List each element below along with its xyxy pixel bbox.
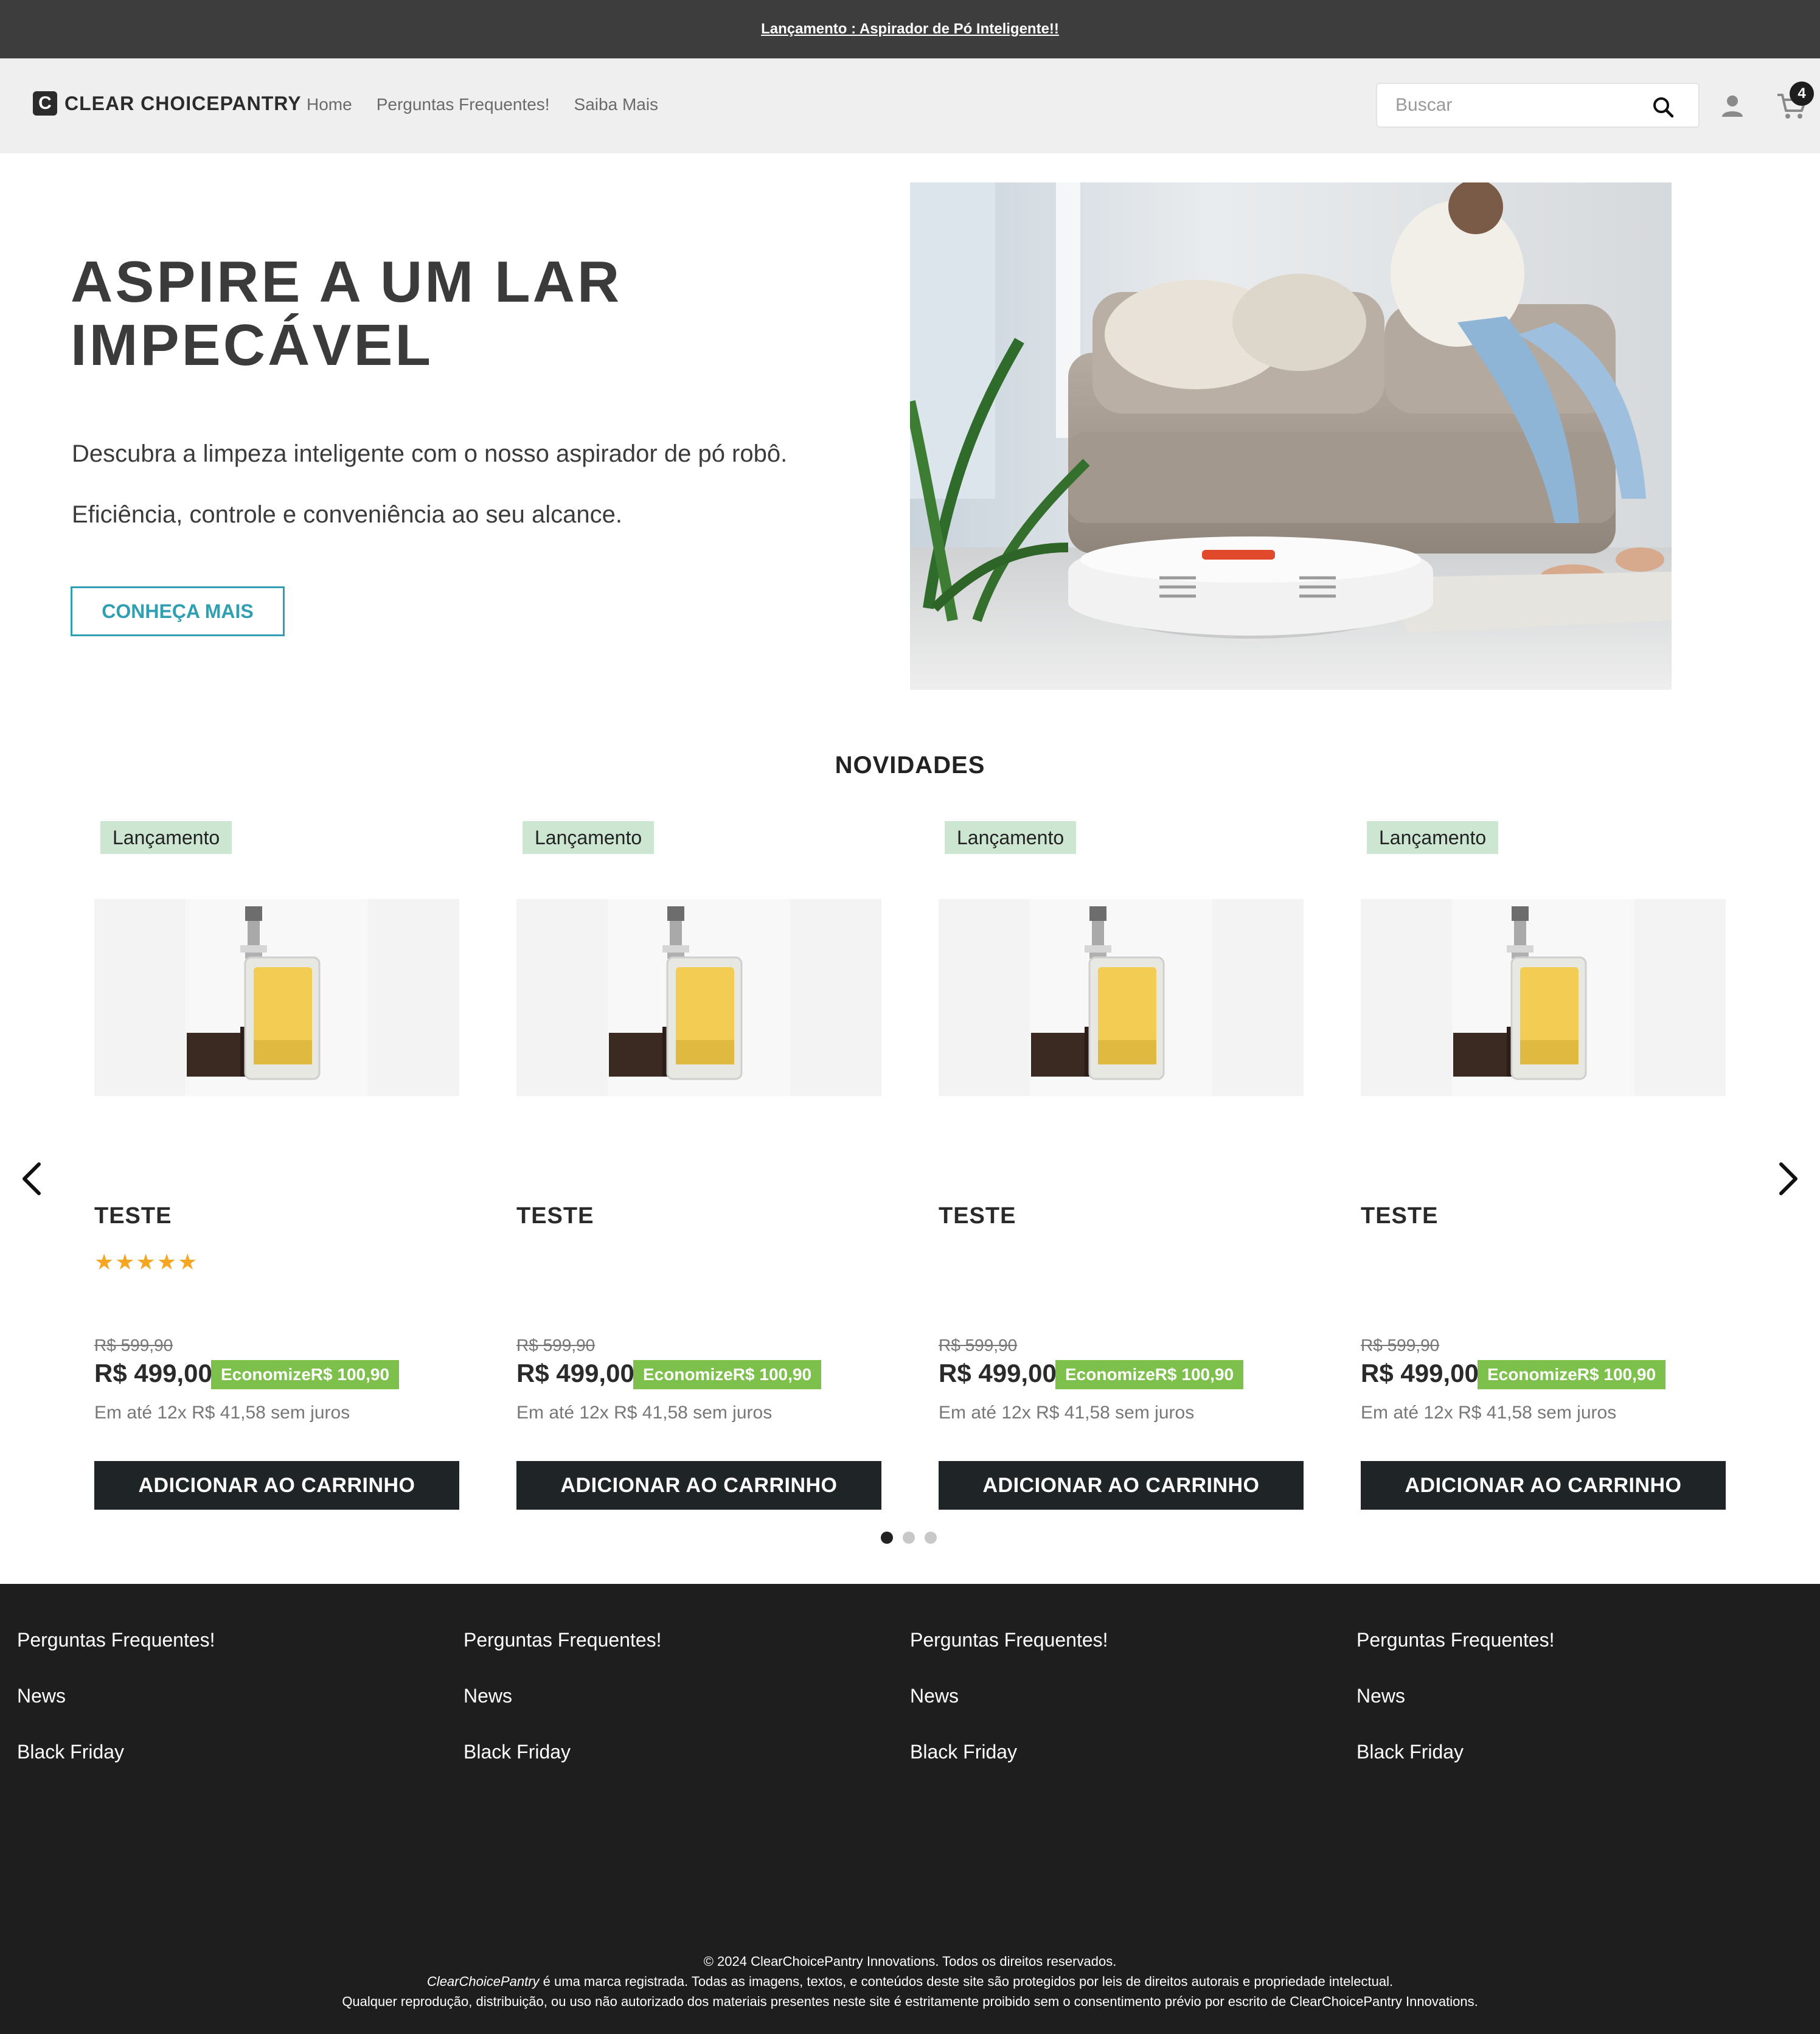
footer-link-black-friday[interactable]: Black Friday xyxy=(464,1741,662,1797)
add-to-cart-button[interactable]: ADICIONAR AO CARRINHO xyxy=(1361,1461,1726,1510)
nav-home[interactable]: Home xyxy=(307,95,352,114)
reproduction-text: Qualquer reprodução, distribuição, ou us… xyxy=(342,1994,1478,2009)
footer-link-black-friday[interactable]: Black Friday xyxy=(910,1741,1108,1797)
launch-badge: Lançamento xyxy=(1367,821,1499,854)
account-icon[interactable] xyxy=(1720,94,1745,118)
copyright-text: © 2024 ClearChoicePantry Innovations. To… xyxy=(703,1954,1117,1969)
price: R$ 499,00 xyxy=(516,1359,634,1387)
site-header: C CLEAR CHOICEPANTRY Home Perguntas Freq… xyxy=(0,58,1820,153)
installments: Em até 12x R$ 41,58 sem juros xyxy=(939,1403,1195,1423)
savings-badge: EconomizeR$ 100,90 xyxy=(633,1360,822,1389)
add-to-cart-button[interactable]: ADICIONAR AO CARRINHO xyxy=(516,1461,881,1510)
add-to-cart-button[interactable]: ADICIONAR AO CARRINHO xyxy=(939,1461,1304,1510)
product-image[interactable] xyxy=(939,899,1304,1096)
hero-title: ASPIRE A UM LAR IMPECÁVEL xyxy=(71,251,861,377)
product-image[interactable] xyxy=(1361,899,1726,1096)
footer-link-black-friday[interactable]: Black Friday xyxy=(17,1741,215,1797)
logo-text: CLEAR CHOICEPANTRY xyxy=(64,92,302,114)
savings-badge: EconomizeR$ 100,90 xyxy=(211,1360,400,1389)
carousel-dot-1[interactable] xyxy=(881,1532,893,1544)
footer-link-news[interactable]: News xyxy=(464,1685,662,1741)
hero-description-1: Descubra a limpeza inteligente com o nos… xyxy=(72,440,788,467)
footer-column-2: Perguntas Frequentes! News Black Friday xyxy=(464,1629,662,1797)
logo[interactable]: C CLEAR CHOICEPANTRY xyxy=(33,91,302,116)
old-price: R$ 599,90 xyxy=(94,1336,173,1355)
add-to-cart-button[interactable]: ADICIONAR AO CARRINHO xyxy=(94,1461,459,1510)
search-icon[interactable] xyxy=(1652,96,1674,118)
footer-column-1: Perguntas Frequentes! News Black Friday xyxy=(17,1629,215,1797)
product-image[interactable] xyxy=(94,899,459,1096)
hero-description-2: Eficiência, controle e conveniência ao s… xyxy=(72,501,622,528)
footer-column-3: Perguntas Frequentes! News Black Friday xyxy=(910,1629,1108,1797)
nav-faq[interactable]: Perguntas Frequentes! xyxy=(377,95,550,114)
footer-link-news[interactable]: News xyxy=(17,1685,215,1741)
product-name[interactable]: TESTE xyxy=(516,1203,594,1229)
carousel-dot-3[interactable] xyxy=(925,1532,937,1544)
main-nav: Home Perguntas Frequentes! Saiba Mais xyxy=(307,95,658,114)
launch-badge: Lançamento xyxy=(523,821,655,854)
carousel-dot-2[interactable] xyxy=(903,1532,915,1544)
product-name[interactable]: TESTE xyxy=(1361,1203,1438,1229)
product-card[interactable]: Lançamento TESTE R$ 599,90 R$ 499,00 Eco… xyxy=(1361,821,1726,1510)
footer-link-news[interactable]: News xyxy=(1356,1685,1555,1741)
legal-notice: © 2024 ClearChoicePantry Innovations. To… xyxy=(0,1951,1820,2011)
hero-image xyxy=(910,182,1672,690)
footer-link-black-friday[interactable]: Black Friday xyxy=(1356,1741,1555,1797)
installments: Em até 12x R$ 41,58 sem juros xyxy=(1361,1403,1617,1423)
old-price: R$ 599,90 xyxy=(939,1336,1018,1355)
search-box xyxy=(1376,83,1700,128)
product-card[interactable]: Lançamento TESTE R$ 599,90 R$ 499,00 Eco… xyxy=(939,821,1304,1510)
footer-link-faq[interactable]: Perguntas Frequentes! xyxy=(1356,1629,1555,1685)
product-name[interactable]: TESTE xyxy=(939,1203,1016,1229)
trademark-statement: é uma marca registrada. Todas as imagens… xyxy=(539,1974,1394,1989)
installments: Em até 12x R$ 41,58 sem juros xyxy=(94,1403,350,1423)
product-card[interactable]: Lançamento TESTE R$ 599,90 R$ 499,00 Eco… xyxy=(516,821,881,1510)
carousel-pagination xyxy=(881,1532,937,1544)
announcement-link[interactable]: Lançamento : Aspirador de Pó Inteligente… xyxy=(761,21,1059,38)
chevron-left-icon[interactable] xyxy=(19,1161,44,1197)
footer-link-news[interactable]: News xyxy=(910,1685,1108,1741)
hero-title-line-1: ASPIRE A UM LAR xyxy=(71,249,622,314)
footer-link-faq[interactable]: Perguntas Frequentes! xyxy=(17,1629,215,1685)
price: R$ 499,00 xyxy=(94,1359,212,1387)
product-image[interactable] xyxy=(516,899,881,1096)
product-card[interactable]: Lançamento TESTE ★★★★★ R$ 599,90 R$ 499,… xyxy=(94,821,459,1510)
learn-more-button[interactable]: CONHEÇA MAIS xyxy=(71,586,285,636)
section-title: NOVIDADES xyxy=(835,752,985,779)
product-name[interactable]: TESTE xyxy=(94,1203,172,1229)
footer-link-faq[interactable]: Perguntas Frequentes! xyxy=(910,1629,1108,1685)
chevron-right-icon[interactable] xyxy=(1776,1161,1801,1197)
trademark-text: ClearChoicePantry é uma marca registrada… xyxy=(0,1971,1820,1991)
old-price: R$ 599,90 xyxy=(516,1336,596,1355)
price: R$ 499,00 xyxy=(939,1359,1057,1387)
savings-badge: EconomizeR$ 100,90 xyxy=(1478,1360,1666,1389)
old-price: R$ 599,90 xyxy=(1361,1336,1440,1355)
hero-title-line-2: IMPECÁVEL xyxy=(71,313,434,378)
launch-badge: Lançamento xyxy=(100,821,232,854)
brand-name: ClearChoicePantry xyxy=(426,1974,540,1989)
footer-link-faq[interactable]: Perguntas Frequentes! xyxy=(464,1629,662,1685)
savings-badge: EconomizeR$ 100,90 xyxy=(1055,1360,1244,1389)
search-input[interactable] xyxy=(1395,92,1651,118)
footer-column-4: Perguntas Frequentes! News Black Friday xyxy=(1356,1629,1555,1797)
installments: Em até 12x R$ 41,58 sem juros xyxy=(516,1403,773,1423)
cart-count-badge: 4 xyxy=(1790,82,1814,106)
rating-stars: ★★★★★ xyxy=(94,1249,199,1274)
launch-badge: Lançamento xyxy=(945,821,1077,854)
announcement-bar: Lançamento : Aspirador de Pó Inteligente… xyxy=(0,0,1820,58)
price: R$ 499,00 xyxy=(1361,1359,1479,1387)
logo-mark-icon: C xyxy=(33,91,57,116)
nav-about[interactable]: Saiba Mais xyxy=(574,95,659,114)
